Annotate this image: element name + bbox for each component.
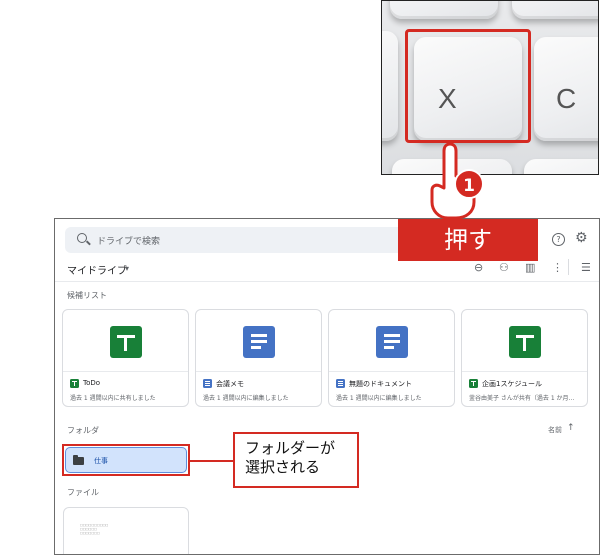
sheets-icon xyxy=(110,326,142,358)
card-title: 会議メモ xyxy=(216,380,244,388)
c-key: C xyxy=(534,37,598,141)
docs-icon xyxy=(336,379,345,388)
sort-arrow-icon[interactable]: ↑ xyxy=(567,423,575,433)
callout-box: フォルダーが 選択される xyxy=(233,432,359,488)
suggested-card[interactable]: 無題のドキュメント 過去 1 週間以内に編集しました xyxy=(328,309,455,407)
action-label: 押す xyxy=(398,219,538,261)
card-thumbnail xyxy=(329,310,454,372)
step-badge: 1 xyxy=(454,169,484,199)
card-subtitle: 過去 1 週間以内に編集しました xyxy=(203,395,289,402)
search-icon xyxy=(77,233,87,243)
card-subtitle: 過去 1 週間以内に共有しました xyxy=(70,395,156,402)
callout-line-2: 選択される xyxy=(245,458,321,476)
add-person-icon[interactable]: ⚇ xyxy=(499,261,509,274)
sheets-icon xyxy=(509,326,541,358)
files-section-label: ファイル xyxy=(67,488,99,497)
card-subtitle: 釜谷由美子 さんが共有（過去 1 か月... xyxy=(469,395,575,402)
card-title: ToDo xyxy=(83,379,101,387)
card-thumbnail xyxy=(462,310,587,372)
suggested-card[interactable]: 企画1スケジュール 釜谷由美子 さんが共有（過去 1 か月... xyxy=(461,309,588,407)
x-key-highlight xyxy=(405,29,531,143)
callout-line-1: フォルダーが xyxy=(245,439,336,457)
keyboard-key xyxy=(390,1,498,19)
my-drive-title[interactable]: マイドライブ xyxy=(67,262,127,277)
keyboard-key xyxy=(524,159,598,174)
toolbar-divider xyxy=(568,259,569,275)
file-preview-text: □□□□□□□□□□ □□□□□□ □□□□□□□ xyxy=(80,523,109,535)
callout-connector xyxy=(190,460,233,462)
card-subtitle: 過去 1 週間以内に編集しました xyxy=(336,395,422,402)
drive-window: ドライブで検索 ? ⚙ マイドライブ ▾ ⊖ ⚇ ▥ ⋮ ☰ 候補リスト ToD… xyxy=(54,218,600,555)
card-thumbnail xyxy=(196,310,321,372)
card-thumbnail xyxy=(63,310,188,372)
chevron-down-icon[interactable]: ▾ xyxy=(125,264,129,273)
help-icon[interactable]: ? xyxy=(552,233,565,246)
docs-icon xyxy=(203,379,212,388)
link-icon[interactable]: ⊖ xyxy=(474,261,483,274)
card-title: 企画1スケジュール xyxy=(482,380,542,388)
keyboard-photo: X C xyxy=(381,0,599,175)
suggested-card[interactable]: ToDo 過去 1 週間以内に共有しました xyxy=(62,309,189,407)
keyboard-key xyxy=(512,1,598,19)
sheets-icon xyxy=(469,379,478,388)
header-divider xyxy=(55,281,599,282)
suggested-card[interactable]: 会議メモ 過去 1 週間以内に編集しました xyxy=(195,309,322,407)
settings-icon[interactable]: ⚙ xyxy=(575,230,588,246)
keyboard-key xyxy=(382,31,398,141)
more-icon[interactable]: ⋮ xyxy=(552,261,563,274)
folder-highlight xyxy=(62,444,190,476)
sort-name-button[interactable]: 名前 xyxy=(548,425,562,435)
card-title: 無題のドキュメント xyxy=(349,380,412,388)
docs-icon xyxy=(376,326,408,358)
list-view-icon[interactable]: ☰ xyxy=(581,261,591,274)
search-placeholder: ドライブで検索 xyxy=(97,237,161,247)
trash-icon[interactable]: ▥ xyxy=(525,261,535,274)
folders-section-label: フォルダ xyxy=(67,426,99,435)
c-key-label: C xyxy=(556,83,577,114)
sheets-icon xyxy=(70,379,79,388)
docs-icon xyxy=(243,326,275,358)
suggested-section-label: 候補リスト xyxy=(67,291,107,300)
file-card[interactable]: □□□□□□□□□□ □□□□□□ □□□□□□□ xyxy=(63,507,189,554)
